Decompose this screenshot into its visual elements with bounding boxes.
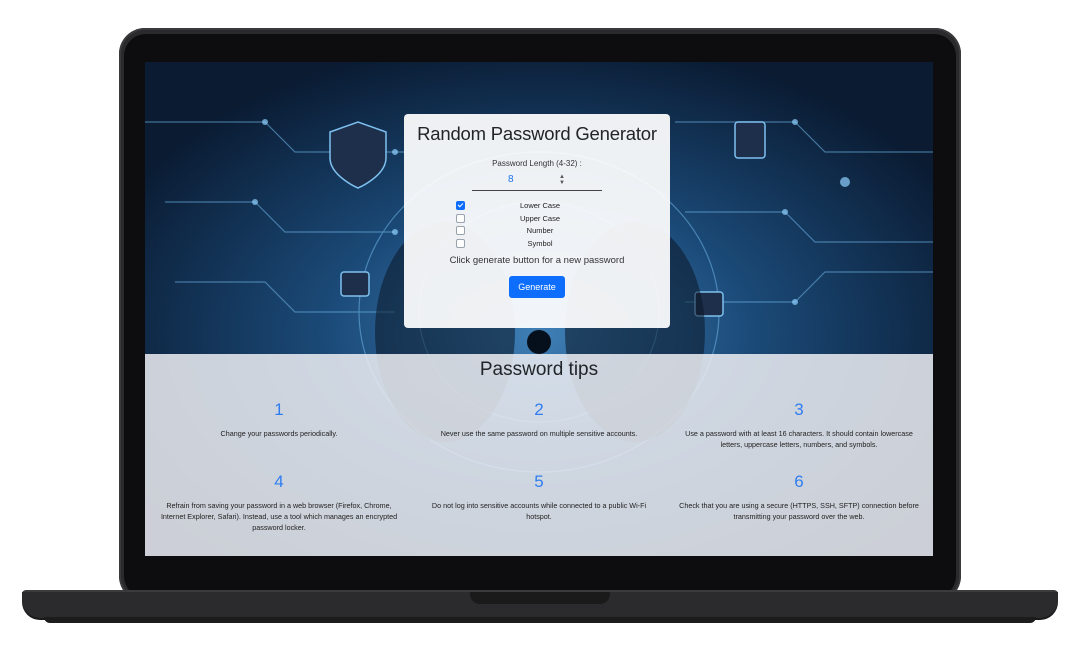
laptop-notch — [470, 592, 610, 604]
tip-item: 1 Change your passwords periodically. — [159, 400, 399, 439]
option-upper-case[interactable]: Upper Case — [456, 212, 612, 225]
tip-number: 3 — [794, 400, 804, 419]
option-lower-case[interactable]: Lower Case — [456, 199, 612, 212]
password-length-label: Password Length (4-32) : — [492, 159, 582, 168]
number-checkbox[interactable] — [456, 226, 465, 235]
tip-text: Change your passwords periodically. — [220, 429, 338, 438]
upper-case-checkbox[interactable] — [456, 213, 465, 223]
tip-item: 2 Never use the same password on multipl… — [419, 400, 659, 439]
option-symbol[interactable]: Symbol — [456, 237, 612, 250]
generate-button[interactable]: Generate — [509, 276, 565, 298]
tip-item: 5 Do not log into sensitive accounts whi… — [419, 472, 659, 522]
option-number[interactable]: Number — [456, 224, 612, 237]
tip-item: 6 Check that you are using a secure (HTT… — [676, 472, 922, 522]
symbol-checkbox[interactable] — [456, 238, 465, 248]
password-length-input[interactable]: 8 ▲ ▼ — [472, 172, 602, 191]
generate-hint: Click generate button for a new password — [449, 255, 625, 266]
number-label: Number — [526, 226, 554, 235]
password-length-value: 8 — [508, 174, 514, 185]
tip-item: 4 Refrain from saving your password in a… — [159, 472, 399, 533]
laptop-shadow — [44, 617, 1036, 623]
lower-case-label: Lower Case — [519, 201, 561, 210]
lower-case-checkbox[interactable] — [456, 201, 465, 210]
tip-number: 5 — [534, 472, 544, 491]
tip-text: Check that you are using a secure (HTTPS… — [679, 501, 919, 521]
character-options: Lower Case Upper Case Number Symbol — [456, 199, 612, 250]
tips-title: Password tips — [479, 359, 599, 380]
tip-text: Never use the same password on multiple … — [440, 429, 638, 438]
tip-text: Refrain from saving your password in a w… — [160, 501, 398, 532]
symbol-label: Symbol — [527, 238, 553, 248]
generator-title: Random Password Generator — [417, 123, 657, 144]
tip-text: Use a password with at least 16 characte… — [685, 429, 913, 449]
tip-text: Do not log into sensitive accounts while… — [431, 501, 647, 521]
password-tips-section: Password tips 1 Change your passwords pe… — [145, 354, 933, 556]
spinner-arrows-icon[interactable]: ▲ ▼ — [558, 174, 566, 186]
password-generator-card: Random Password Generator Password Lengt… — [404, 114, 670, 328]
upper-case-label: Upper Case — [519, 213, 561, 223]
tip-number: 4 — [274, 472, 284, 491]
browser-viewport: Random Password Generator Password Lengt… — [145, 62, 933, 556]
tip-item: 3 Use a password with at least 16 charac… — [676, 400, 922, 450]
tip-number: 6 — [794, 472, 804, 491]
tip-number: 2 — [534, 400, 544, 419]
tip-number: 1 — [274, 400, 284, 419]
